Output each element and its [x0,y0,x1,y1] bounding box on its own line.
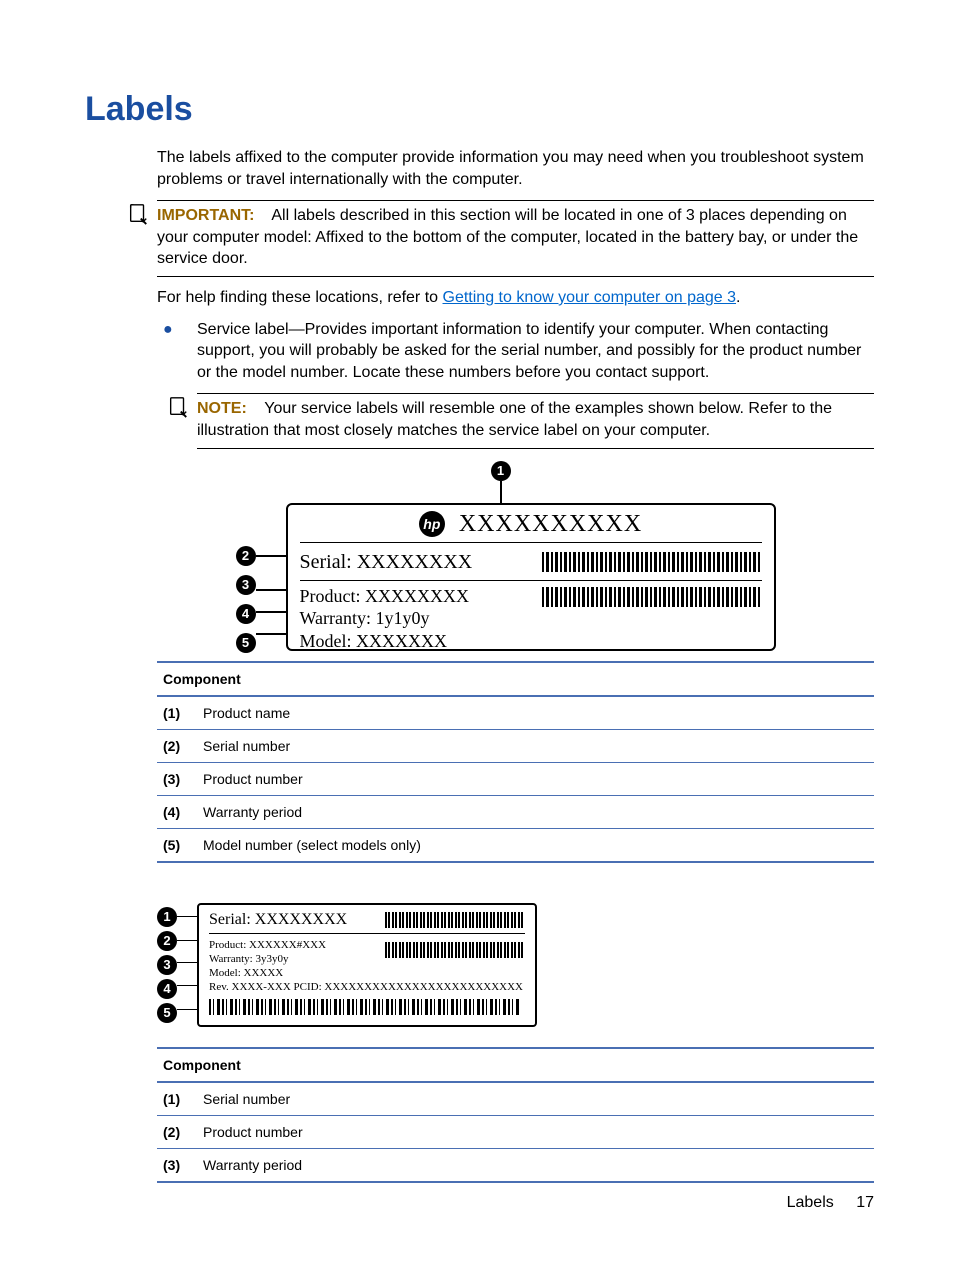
label-box-1: hp XXXXXXXXXX Serial: XXXXXXXX Product: … [286,503,776,651]
footer-page-number: 17 [856,1194,874,1211]
row-desc: Warranty period [197,795,874,828]
note-icon [167,396,189,418]
help-line: For help finding these locations, refer … [157,287,874,309]
component-table-2: Component (1)Serial number(2)Product num… [157,1047,874,1183]
diagram-2: 1 2 3 4 5 Serial: XXXXXXXX Product: XXXX… [157,903,557,1033]
callout-num-2: 2 [236,546,256,566]
row-desc: Serial number [197,729,874,762]
dia1-title: XXXXXXXXXX [459,511,642,538]
page-footer: Labels 17 [787,1194,874,1212]
row-number: (4) [157,795,197,828]
table-header: Component [157,1048,874,1082]
barcode-icon [209,999,519,1015]
callout-num-5: 5 [236,633,256,653]
row-number: (2) [157,1115,197,1148]
row-number: (2) [157,729,197,762]
intro-paragraph: The labels affixed to the computer provi… [157,147,874,190]
callout-num-3: 3 [157,955,177,975]
component-table-1: Component (1)Product name(2)Serial numbe… [157,661,874,863]
dia2-serial: Serial: XXXXXXXX [209,911,347,929]
row-number: (1) [157,696,197,730]
table-row: (4)Warranty period [157,795,874,828]
dia1-model: Model: XXXXXXX [300,630,470,653]
diagram-1: 1 2 3 4 5 hp XXXXXXXXXX [157,461,874,863]
barcode-icon [385,912,525,928]
help-prefix: For help finding these locations, refer … [157,289,443,306]
bullet-text: Service label—Provides important informa… [197,319,874,384]
callout-num-2: 2 [157,931,177,951]
help-link[interactable]: Getting to know your computer on page 3 [443,289,737,306]
row-number: (1) [157,1082,197,1116]
callout-num-5: 5 [157,1003,177,1023]
dia2-product: Product: XXXXXX#XXX [209,938,326,952]
dia1-serial: Serial: XXXXXXXX [300,551,473,574]
dia1-product: Product: XXXXXXXX [300,585,470,608]
important-icon [127,203,149,225]
callout-num-4: 4 [236,604,256,624]
row-desc: Product number [197,762,874,795]
callout-num-4: 4 [157,979,177,999]
table-row: (1)Serial number [157,1082,874,1116]
table-row: (5)Model number (select models only) [157,828,874,862]
table-row: (3)Product number [157,762,874,795]
note-text: Your service labels will resemble one of… [197,400,832,439]
row-desc: Product number [197,1115,874,1148]
dia2-warranty: Warranty: 3y3y0y [209,952,326,966]
callout-num-1: 1 [157,907,177,927]
note-label: NOTE: [197,400,247,417]
note-callout: NOTE: Your service labels will resemble … [197,393,874,448]
hp-logo-icon: hp [419,511,445,537]
table-row: (2)Serial number [157,729,874,762]
table-row: (3)Warranty period [157,1148,874,1182]
table-row: (2)Product number [157,1115,874,1148]
barcode-icon [542,587,762,607]
barcode-icon [542,552,762,572]
table-header: Component [157,662,874,696]
footer-section: Labels [787,1194,834,1211]
important-callout: IMPORTANT: All labels described in this … [157,200,874,277]
dia2-model: Model: XXXXX [209,966,326,980]
row-desc: Model number (select models only) [197,828,874,862]
row-number: (3) [157,762,197,795]
dia1-warranty: Warranty: 1y1y0y [300,607,470,630]
row-desc: Serial number [197,1082,874,1116]
bullet-dot: ● [157,319,197,384]
table-row: (1)Product name [157,696,874,730]
row-desc: Product name [197,696,874,730]
barcode-icon [385,942,525,958]
callout-num-3: 3 [236,575,256,595]
row-number: (3) [157,1148,197,1182]
help-suffix: . [736,289,740,306]
dia2-rev: Rev. XXXX-XXX PCID: XXXXXXXXXXXXXXXXXXXX… [209,980,525,994]
label-box-2: Serial: XXXXXXXX Product: XXXXXX#XXX War… [197,903,537,1027]
row-desc: Warranty period [197,1148,874,1182]
bullet-item: ● Service label—Provides important infor… [157,319,874,384]
row-number: (5) [157,828,197,862]
callout-num-1: 1 [491,461,511,481]
important-label: IMPORTANT: [157,207,254,224]
page-heading: Labels [85,90,874,129]
